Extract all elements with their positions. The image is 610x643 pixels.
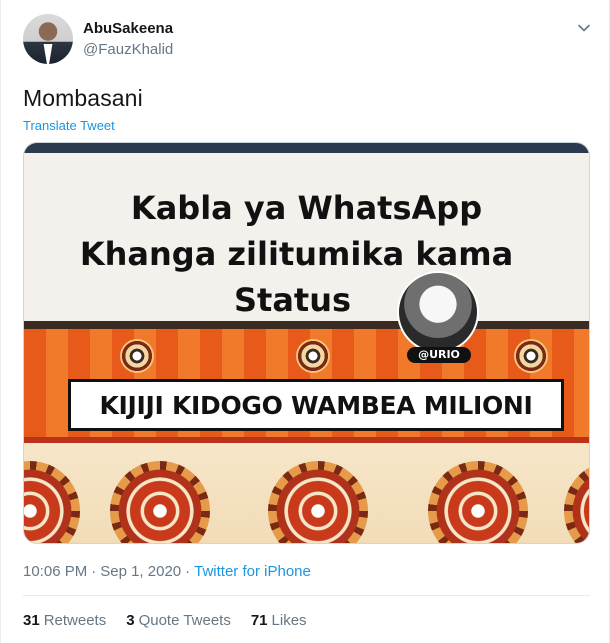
quote-tweets-label: Quote Tweets [138,612,231,629]
tweet-media-image[interactable]: Kabla ya WhatsApp Khanga zilitumika kama… [23,142,590,544]
khanga-saying-text: KIJIJI KIDOGO WAMBEA MILIONI [99,390,533,420]
khanga-border-stripe [24,321,589,329]
divider [23,595,590,596]
retweets-count: 31 [23,612,40,629]
chevron-down-icon[interactable] [576,20,592,36]
quote-tweets-stat[interactable]: 3 Quote Tweets [126,612,231,629]
media-headline-line-3: Status [233,281,352,319]
tweet-stats: 31 Retweets 3 Quote Tweets 71 Likes [23,612,307,629]
avatar[interactable] [23,14,73,64]
quote-tweets-count: 3 [126,612,135,629]
author-display-name[interactable]: AbuSakeena [83,20,173,37]
tweet-time[interactable]: 10:06 PM [23,563,87,580]
likes-label: Likes [271,612,307,629]
tweet-source-link[interactable]: Twitter for iPhone [194,563,311,580]
retweets-stat[interactable]: 31 Retweets [23,612,106,629]
khanga-saying-box: KIJIJI KIDOGO WAMBEA MILIONI [68,379,564,431]
small-rosette [514,339,548,373]
watermark-avatar [397,271,479,353]
meta-separator: · [185,563,191,580]
media-headline: Kabla ya WhatsApp Khanga zilitumika kama… [24,185,589,323]
media-headline-line-2: Khanga zilitumika kama [79,235,514,273]
author-handle[interactable]: @FauzKhalid [83,41,173,58]
translate-tweet-link[interactable]: Translate Tweet [23,118,115,133]
tweet-card: AbuSakeena @FauzKhalid Mombasani Transla… [0,0,610,643]
tweet-meta: 10:06 PM · Sep 1, 2020 · Twitter for iPh… [23,563,311,580]
small-rosette [120,339,154,373]
likes-count: 71 [250,612,268,629]
tweet-text: Mombasani [23,85,143,111]
meta-separator: · [91,563,97,580]
media-headline-line-1: Kabla ya WhatsApp [130,189,483,227]
retweets-label: Retweets [43,612,107,629]
likes-stat[interactable]: 71 Likes [251,612,307,629]
tweet-date[interactable]: Sep 1, 2020 [100,563,181,580]
watermark-handle: @URIO [407,347,471,363]
small-rosette [296,339,330,373]
media-top-bar [24,143,589,153]
